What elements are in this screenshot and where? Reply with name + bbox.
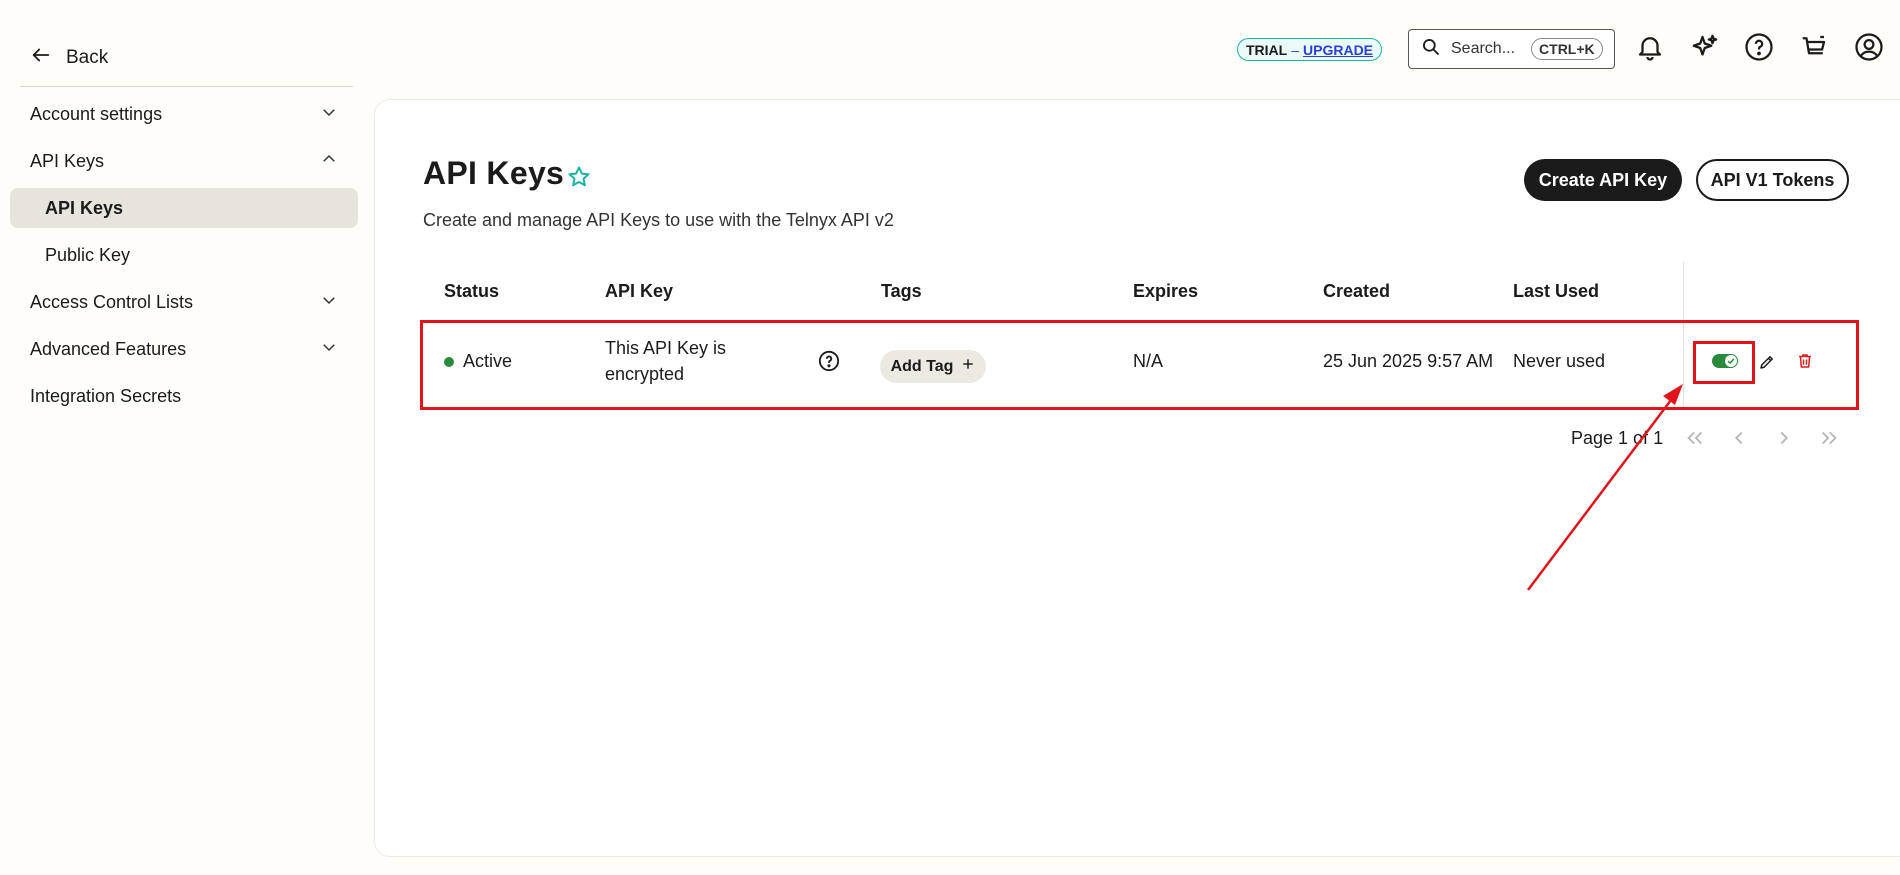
row-status: Active bbox=[463, 351, 513, 371]
sidebar-item-label: Access Control Lists bbox=[30, 291, 194, 312]
row-last-used: Never used bbox=[1513, 351, 1606, 371]
enable-toggle[interactable] bbox=[1712, 354, 1738, 368]
column-header-status[interactable]: Status bbox=[444, 281, 499, 302]
column-header-api-key[interactable]: API Key bbox=[605, 281, 673, 302]
account-button[interactable] bbox=[1852, 32, 1886, 66]
sidebar-item-label: Advanced Features bbox=[30, 338, 187, 359]
chevron-left-icon bbox=[1728, 431, 1750, 453]
sidebar-item-advanced-features[interactable]: Advanced Features bbox=[10, 329, 358, 369]
sidebar-item-public-key[interactable]: Public Key bbox=[10, 235, 358, 275]
chevron-down-icon bbox=[320, 338, 338, 361]
trial-label: TRIAL bbox=[1246, 41, 1288, 58]
plus-icon bbox=[961, 357, 975, 376]
question-circle-icon[interactable] bbox=[818, 350, 840, 372]
row-api-key-line2: encrypted bbox=[605, 364, 685, 384]
search-shortcut: CTRL+K bbox=[1531, 38, 1603, 60]
chevrons-right-icon bbox=[1818, 431, 1840, 453]
chevron-up-icon bbox=[320, 150, 338, 173]
sidebar-item-integration-secrets[interactable]: Integration Secrets bbox=[10, 376, 358, 416]
add-tag-label: Add Tag bbox=[890, 357, 954, 375]
ai-assistant-button[interactable] bbox=[1688, 32, 1722, 66]
favorite-star-icon[interactable] bbox=[567, 165, 591, 189]
page-subtitle: Create and manage API Keys to use with t… bbox=[423, 210, 894, 230]
sidebar-item-access-control-lists[interactable]: Access Control Lists bbox=[10, 282, 358, 322]
sidebar-item-label: API Keys bbox=[45, 197, 124, 218]
previous-page-button[interactable] bbox=[1728, 427, 1750, 449]
help-circle-icon bbox=[1744, 32, 1774, 67]
sidebar-item-label: Public Key bbox=[45, 244, 131, 265]
add-tag-button[interactable]: Add Tag bbox=[880, 350, 986, 383]
cart-icon bbox=[1799, 32, 1829, 67]
column-header-created[interactable]: Created bbox=[1323, 281, 1390, 302]
chevron-down-icon bbox=[320, 103, 338, 126]
first-page-button[interactable] bbox=[1684, 427, 1706, 449]
create-api-key-button[interactable]: Create API Key bbox=[1524, 159, 1682, 201]
column-header-last-used[interactable]: Last Used bbox=[1513, 281, 1599, 302]
pagination-text: Page 1 of 1 bbox=[1571, 428, 1664, 448]
help-button[interactable] bbox=[1742, 32, 1776, 66]
chevron-down-icon bbox=[320, 291, 338, 314]
arrow-left-icon bbox=[30, 44, 52, 72]
trash-icon[interactable] bbox=[1796, 352, 1814, 370]
sidebar-item-label: Integration Secrets bbox=[30, 385, 182, 406]
next-page-button[interactable] bbox=[1773, 427, 1795, 449]
sidebar-item-api-keys-group[interactable]: API Keys bbox=[10, 141, 358, 181]
sidebar-item-account-settings[interactable]: Account settings bbox=[10, 94, 358, 134]
search-placeholder: Search... bbox=[1451, 40, 1516, 57]
sidebar-divider bbox=[20, 86, 353, 87]
chevrons-left-icon bbox=[1684, 431, 1706, 453]
row-expires: N/A bbox=[1133, 351, 1164, 371]
sidebar-item-label: Account settings bbox=[30, 103, 163, 124]
sidebar: Back Account settings API Keys API Keys … bbox=[0, 0, 370, 875]
toggle-check-icon bbox=[1725, 355, 1737, 367]
trial-separator: – bbox=[1291, 41, 1300, 58]
page-title: API Keys bbox=[423, 155, 565, 191]
trial-upgrade-badge[interactable]: TRIAL – UPGRADE bbox=[1237, 38, 1383, 61]
cart-button[interactable] bbox=[1797, 32, 1831, 66]
bell-icon bbox=[1635, 32, 1665, 67]
back-button[interactable]: Back bbox=[30, 44, 108, 72]
search-icon bbox=[1421, 37, 1441, 62]
pencil-icon[interactable] bbox=[1758, 353, 1776, 371]
upgrade-link[interactable]: UPGRADE bbox=[1303, 42, 1373, 58]
column-header-expires[interactable]: Expires bbox=[1133, 281, 1198, 302]
column-header-tags[interactable]: Tags bbox=[881, 281, 922, 302]
sidebar-item-api-keys[interactable]: API Keys bbox=[10, 188, 358, 228]
row-api-key-line1: This API Key is bbox=[605, 338, 727, 358]
notifications-button[interactable] bbox=[1633, 32, 1667, 66]
sidebar-item-label: API Keys bbox=[30, 150, 105, 171]
api-v1-tokens-button[interactable]: API V1 Tokens bbox=[1696, 159, 1849, 201]
back-label: Back bbox=[66, 47, 109, 68]
sparkles-icon bbox=[1690, 32, 1720, 67]
chevron-right-icon bbox=[1773, 431, 1795, 453]
last-page-button[interactable] bbox=[1818, 427, 1840, 449]
search-input[interactable]: Search... CTRL+K bbox=[1408, 29, 1615, 69]
user-circle-icon bbox=[1854, 32, 1884, 67]
row-created: 25 Jun 2025 9:57 AM bbox=[1323, 351, 1493, 371]
status-indicator-dot bbox=[444, 357, 454, 367]
